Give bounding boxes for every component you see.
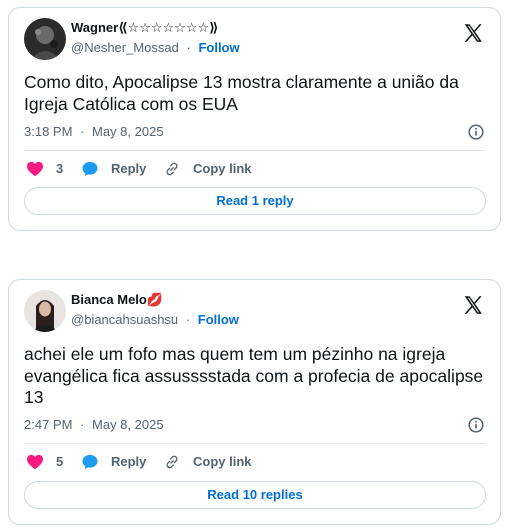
x-logo-icon[interactable] <box>462 294 484 316</box>
tweet-time[interactable]: 3:18 PM <box>24 124 72 139</box>
follow-button[interactable]: Follow <box>198 312 239 327</box>
like-button[interactable]: 3 <box>26 158 63 180</box>
tweet-time[interactable]: 2:47 PM <box>24 417 72 432</box>
separator-dot: · <box>186 40 191 55</box>
like-count: 5 <box>56 454 64 469</box>
meta-separator: · <box>80 417 85 432</box>
heart-icon <box>27 454 43 470</box>
read-replies-button[interactable]: Read 10 replies <box>24 481 486 509</box>
speech-bubble-icon <box>82 454 98 470</box>
avatar[interactable] <box>24 290 66 332</box>
handle-row: @biancahsuashsu · Follow <box>71 312 239 328</box>
speech-bubble-icon <box>82 161 98 177</box>
reply-label: Reply <box>111 454 147 469</box>
copy-link-button[interactable]: Copy link <box>163 451 252 473</box>
tweet-date[interactable]: May 8, 2025 <box>92 124 164 139</box>
copy-link-button[interactable]: Copy link <box>163 158 252 180</box>
info-icon[interactable] <box>468 124 484 140</box>
link-icon <box>166 455 178 469</box>
tweet-text: Como dito, Apocalipse 13 mostra claramen… <box>24 72 459 114</box>
link-icon <box>166 162 178 176</box>
tweet-card: Bianca Melo💋 @biancahsuashsu · Follow ac… <box>8 279 501 525</box>
like-button[interactable]: 5 <box>26 451 63 473</box>
copy-link-label: Copy link <box>193 454 252 469</box>
divider <box>24 150 486 151</box>
tweet-header: Bianca Melo💋 @biancahsuashsu · Follow <box>24 290 486 334</box>
follow-button[interactable]: Follow <box>198 40 239 55</box>
tweet-card: Wagner⟪☆☆☆☆☆☆☆⟫ @Nesher_Mossad · Follow … <box>8 7 501 231</box>
tweet-header: Wagner⟪☆☆☆☆☆☆☆⟫ @Nesher_Mossad · Follow <box>24 18 486 62</box>
author-identity: Bianca Melo💋 @biancahsuashsu · Follow <box>71 292 239 328</box>
copy-link-label: Copy link <box>193 161 252 176</box>
reply-label: Reply <box>111 161 147 176</box>
author-identity: Wagner⟪☆☆☆☆☆☆☆⟫ @Nesher_Mossad · Follow <box>71 20 240 56</box>
read-replies-button[interactable]: Read 1 reply <box>24 187 486 215</box>
heart-icon <box>27 161 43 177</box>
tweet-text: achei ele um fofo mas quem tem um pézinh… <box>24 344 484 407</box>
author-name[interactable]: Bianca Melo💋 <box>71 292 239 308</box>
reply-button[interactable]: Reply <box>81 158 146 180</box>
reply-button[interactable]: Reply <box>81 451 146 473</box>
info-icon[interactable] <box>468 417 484 433</box>
tweet-date[interactable]: May 8, 2025 <box>92 417 164 432</box>
tweet-actions: 5 Reply Copy link <box>24 451 486 473</box>
handle-row: @Nesher_Mossad · Follow <box>71 40 240 56</box>
avatar[interactable] <box>24 18 66 60</box>
x-logo-icon[interactable] <box>462 22 484 44</box>
tweet-actions: 3 Reply Copy link <box>24 158 486 180</box>
tweet-meta: 3:18 PM · May 8, 2025 <box>24 123 486 141</box>
tweet-meta: 2:47 PM · May 8, 2025 <box>24 416 486 434</box>
author-handle[interactable]: @Nesher_Mossad <box>71 40 179 55</box>
divider <box>24 443 486 444</box>
meta-separator: · <box>80 124 85 139</box>
separator-dot: · <box>185 312 191 327</box>
author-name[interactable]: Wagner⟪☆☆☆☆☆☆☆⟫ <box>71 20 240 36</box>
author-handle[interactable]: @biancahsuashsu <box>71 312 178 327</box>
like-count: 3 <box>56 161 64 176</box>
